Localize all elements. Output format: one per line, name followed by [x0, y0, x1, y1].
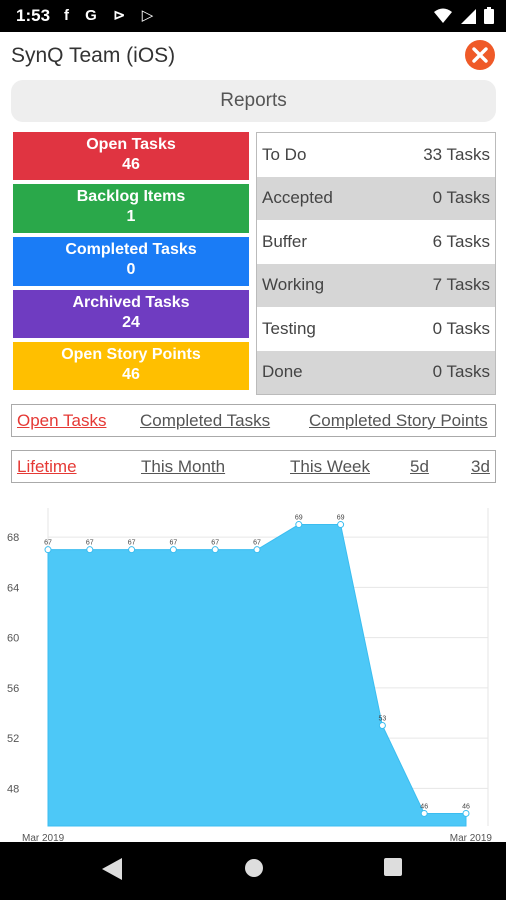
data-label: 67	[128, 540, 136, 547]
tile-archived-tasks[interactable]: Archived Tasks 24	[13, 290, 249, 338]
x-tick-label: Mar 2019	[22, 833, 65, 842]
data-point	[86, 546, 94, 554]
tab-completed-tasks[interactable]: Completed Tasks	[140, 411, 270, 431]
close-icon	[472, 47, 488, 63]
status-count: 0 Tasks	[432, 362, 490, 382]
tab-3d[interactable]: 3d	[471, 457, 490, 477]
tab-open-tasks[interactable]: Open Tasks	[17, 411, 106, 431]
data-label: 46	[462, 803, 470, 810]
title-bar: SynQ Team (iOS)	[0, 32, 506, 78]
x-tick-label: Mar 2019	[450, 833, 493, 842]
tile-value: 24	[122, 314, 140, 331]
status-name: Testing	[262, 318, 316, 338]
status-count: 33 Tasks	[423, 144, 490, 164]
data-point	[378, 722, 386, 730]
tile-backlog-items[interactable]: Backlog Items 1	[13, 184, 249, 233]
wifi-icon	[434, 8, 452, 23]
data-point	[295, 521, 303, 529]
data-label: 67	[44, 540, 52, 547]
data-label: 67	[86, 540, 94, 547]
tile-value: 0	[126, 261, 136, 278]
home-icon[interactable]	[244, 858, 264, 878]
range-tabs: Lifetime This Month This Week 5d 3d	[11, 450, 496, 483]
tile-completed-tasks[interactable]: Completed Tasks 0	[13, 237, 249, 286]
close-button[interactable]	[465, 40, 495, 70]
area-series	[47, 524, 467, 827]
status-count: 7 Tasks	[432, 275, 490, 295]
y-tick-label: 56	[7, 683, 19, 695]
recents-icon[interactable]	[384, 858, 402, 876]
data-point	[44, 546, 52, 554]
y-tick-label: 60	[7, 633, 19, 645]
data-point	[337, 521, 345, 529]
signal-icon	[461, 8, 476, 24]
data-label: 69	[337, 515, 345, 522]
reports-button[interactable]: Reports	[11, 80, 496, 122]
status-icons	[434, 7, 494, 24]
status-count: 6 Tasks	[432, 231, 490, 251]
tile-open-tasks[interactable]: Open Tasks 46	[13, 132, 249, 180]
tile-label: Archived Tasks	[72, 294, 190, 311]
back-icon[interactable]	[102, 858, 122, 880]
data-point	[462, 809, 470, 817]
data-label: 53	[379, 716, 387, 723]
status-row-accepted: Accepted 0 Tasks	[257, 176, 495, 220]
data-point	[169, 546, 177, 554]
status-name: Done	[262, 362, 303, 382]
y-tick-label: 48	[7, 783, 19, 795]
tile-label: Open Tasks	[86, 136, 176, 153]
tile-value: 46	[122, 366, 140, 383]
page-title: SynQ Team (iOS)	[11, 44, 176, 67]
data-label: 67	[170, 540, 178, 547]
status-name: To Do	[262, 144, 307, 164]
notification-icons: f G ⊳ ▷	[64, 7, 160, 24]
clock: 1:53	[16, 6, 51, 25]
data-label: 69	[295, 515, 303, 522]
data-point	[420, 809, 428, 817]
tile-open-story-points[interactable]: Open Story Points 46	[13, 342, 249, 390]
status-count: 0 Tasks	[432, 188, 490, 208]
status-name: Buffer	[262, 231, 308, 251]
y-tick-label: 68	[7, 532, 19, 544]
data-point	[128, 546, 136, 554]
tile-label: Open Story Points	[61, 346, 201, 363]
tile-value: 46	[122, 156, 140, 173]
y-tick-label: 52	[7, 733, 19, 745]
tab-completed-story-points[interactable]: Completed Story Points	[309, 411, 488, 431]
tab-this-month[interactable]: This Month	[141, 457, 225, 477]
data-label: 67	[211, 540, 219, 547]
open-tasks-chart: 48 52 56 60 64 68 67 67 67 67 67 67 69 69 53 46 46 Mar 20…	[7, 508, 493, 842]
status-row-to-do: To Do 33 Tasks	[257, 133, 495, 177]
data-point	[211, 546, 219, 554]
tab-lifetime[interactable]: Lifetime	[17, 457, 77, 477]
status-bar: 1:53 f G ⊳ ▷	[0, 0, 506, 32]
status-row-done: Done 0 Tasks	[257, 350, 495, 394]
status-count: 0 Tasks	[432, 318, 490, 338]
nav-bar	[0, 842, 506, 900]
status-row-working: Working 7 Tasks	[257, 263, 495, 307]
status-table: To Do 33 Tasks Accepted 0 Tasks Buffer 6 Ta…	[256, 132, 496, 395]
data-label: 67	[253, 540, 261, 547]
status-row-testing: Testing 0 Tasks	[257, 307, 495, 351]
metric-tabs: Open Tasks Completed Tasks Completed Sto…	[11, 404, 496, 437]
y-tick-label: 64	[7, 582, 19, 594]
status-name: Working	[262, 275, 325, 295]
tile-label: Completed Tasks	[65, 241, 197, 258]
tab-5d[interactable]: 5d	[410, 457, 429, 477]
battery-icon	[484, 7, 494, 24]
tab-this-week[interactable]: This Week	[290, 457, 370, 477]
status-name: Accepted	[262, 188, 333, 208]
data-label: 46	[420, 803, 428, 810]
tile-label: Backlog Items	[76, 188, 186, 205]
data-point	[253, 546, 261, 554]
status-row-buffer: Buffer 6 Tasks	[257, 220, 495, 264]
tile-value: 1	[126, 208, 136, 225]
